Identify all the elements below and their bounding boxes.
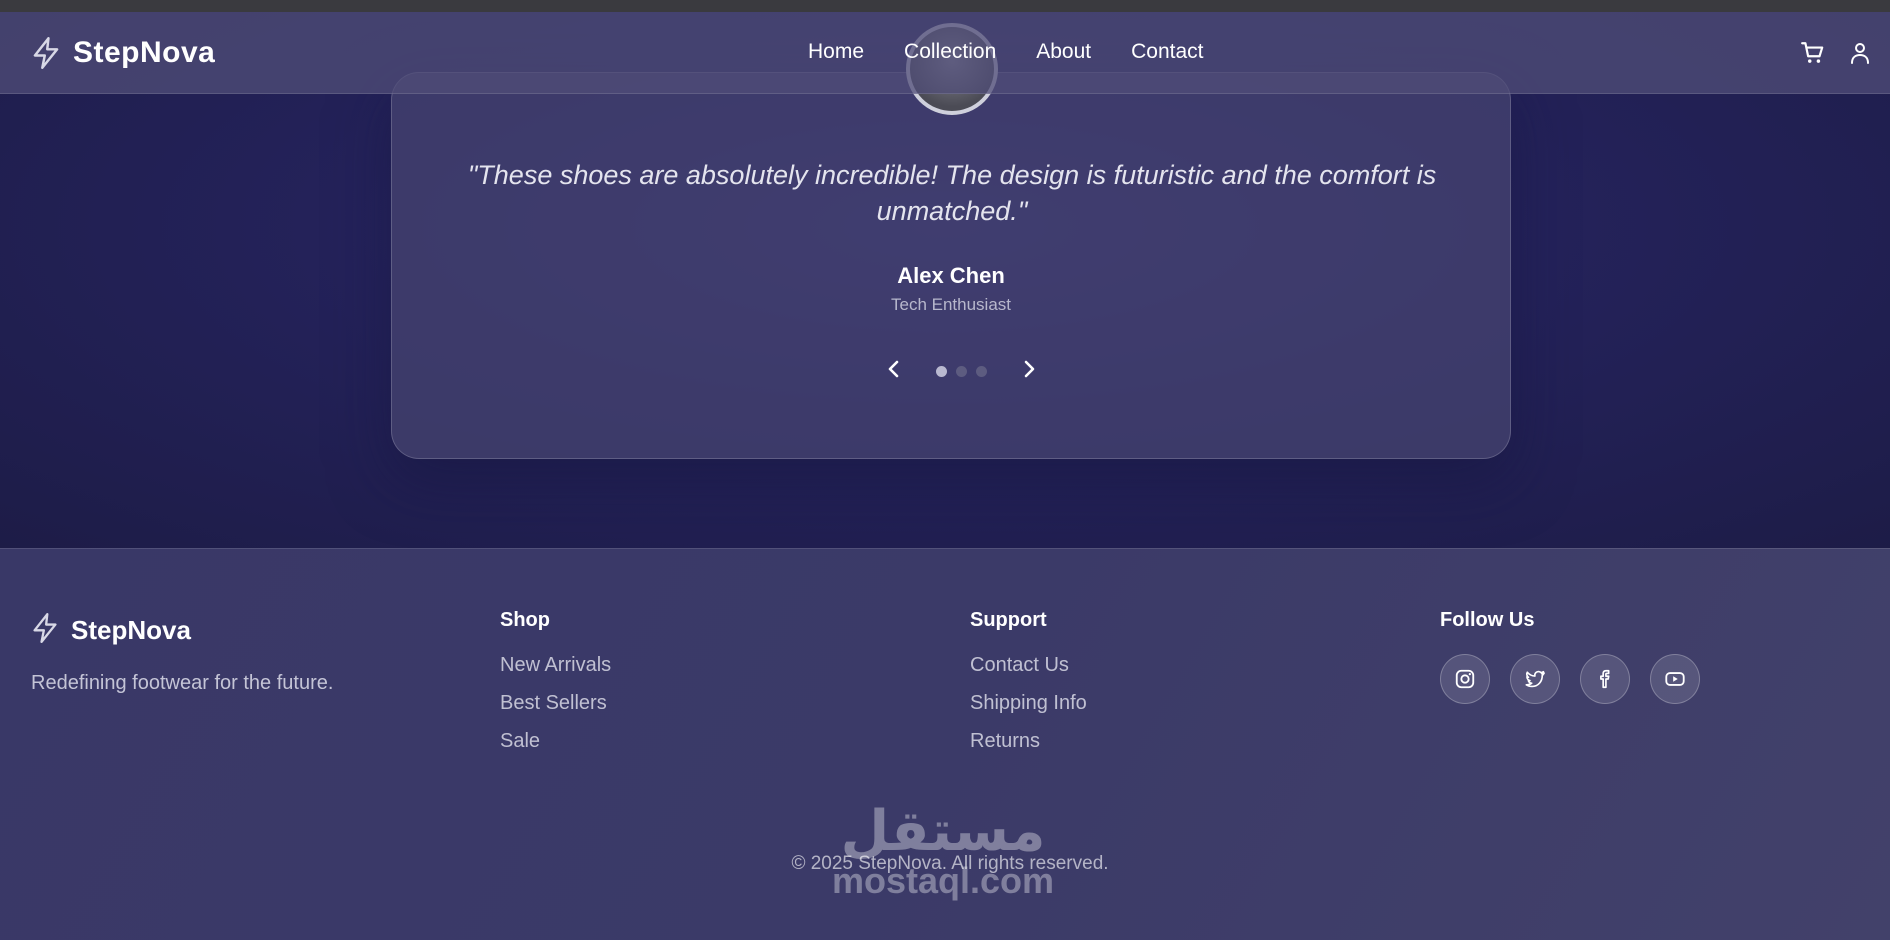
bolt-icon	[31, 613, 59, 648]
testimonial-quote: "These shoes are absolutely incredible! …	[467, 160, 1437, 226]
nav-contact[interactable]: Contact	[1131, 40, 1203, 64]
footer-link-returns[interactable]: Returns	[970, 730, 1087, 753]
nav-collection[interactable]: Collection	[904, 40, 996, 64]
shop-heading: Shop	[500, 609, 550, 631]
social-links	[1440, 654, 1700, 704]
carousel-controls	[882, 357, 1041, 386]
top-navbar: StepNova Home Collection About Contact	[0, 12, 1890, 94]
footer-col-support: Support Contact Us Shipping Info Returns	[970, 609, 1087, 768]
testimonial-role: Tech Enthusiast	[890, 295, 1011, 314]
cart-icon[interactable]	[1800, 40, 1826, 71]
site-footer: StepNova Redefining footwear for the fut…	[0, 548, 1890, 940]
footer-link-sale[interactable]: Sale	[500, 730, 611, 753]
footer-link-contact-us[interactable]: Contact Us	[970, 654, 1087, 677]
carousel-dot[interactable]	[956, 366, 967, 377]
footer-brand-name: StepNova	[71, 615, 191, 645]
next-arrow-icon[interactable]	[1017, 357, 1041, 386]
browser-top-strip	[0, 0, 1890, 12]
main-nav: Home Collection About Contact	[808, 40, 1204, 64]
carousel-dot[interactable]	[976, 366, 987, 377]
user-icon[interactable]	[1848, 40, 1872, 71]
carousel-dot[interactable]	[936, 366, 947, 377]
carousel-dots	[936, 366, 987, 377]
footer-link-new-arrivals[interactable]: New Arrivals	[500, 654, 611, 677]
footer-link-best-sellers[interactable]: Best Sellers	[500, 692, 611, 715]
footer-link-shipping-info[interactable]: Shipping Info	[970, 692, 1087, 715]
watermark-latin: mostaql.com	[831, 860, 1055, 901]
testimonial-author: Alex Chen	[897, 263, 1005, 288]
watermark-arabic: مستقل	[840, 799, 1046, 862]
facebook-icon[interactable]	[1580, 654, 1630, 704]
brand-logo[interactable]: StepNova	[31, 36, 215, 70]
instagram-icon[interactable]	[1440, 654, 1490, 704]
prev-arrow-icon[interactable]	[882, 357, 906, 386]
footer-col-shop: Shop New Arrivals Best Sellers Sale	[500, 609, 611, 768]
nav-home[interactable]: Home	[808, 40, 864, 64]
brand-name: StepNova	[73, 36, 216, 69]
mostaql-watermark: مستقل mostaql.com	[828, 801, 1058, 901]
bolt-icon	[31, 37, 61, 69]
support-heading: Support	[970, 609, 1047, 631]
footer-tagline: Redefining footwear for the future.	[31, 672, 334, 694]
nav-about[interactable]: About	[1036, 40, 1091, 64]
nav-actions	[1800, 40, 1872, 71]
youtube-icon[interactable]	[1650, 654, 1700, 704]
follow-heading: Follow Us	[1440, 609, 1535, 631]
footer-brand[interactable]: StepNova	[31, 613, 191, 648]
testimonial-card: "These shoes are absolutely incredible! …	[391, 23, 1511, 459]
twitter-icon[interactable]	[1510, 654, 1560, 704]
footer-col-follow: Follow Us	[1440, 609, 1700, 704]
